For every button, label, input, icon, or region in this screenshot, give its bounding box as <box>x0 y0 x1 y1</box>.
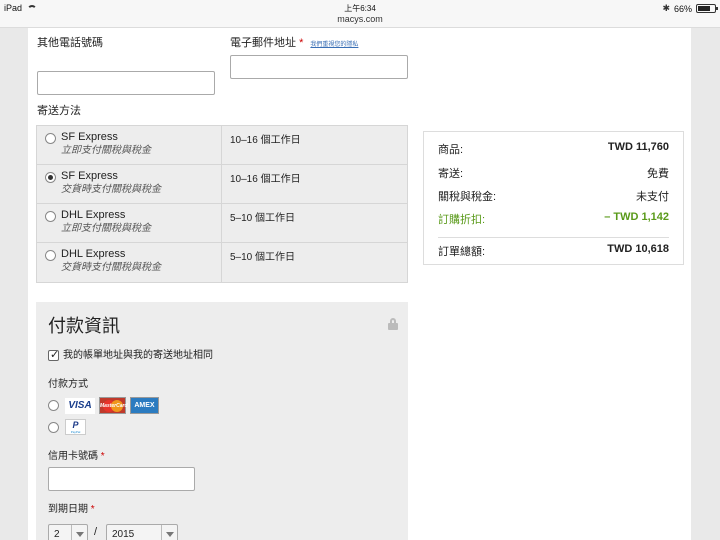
shipping-carrier: SF Express <box>61 170 118 182</box>
email-required-marker: * <box>299 37 304 49</box>
battery-percent: 66% <box>673 3 692 14</box>
shipping-duty-note: 交貨時支付關稅與稅金 <box>61 184 161 195</box>
shipping-time: 10–16 個工作日 <box>230 135 301 146</box>
amex-icon: AMEX <box>130 397 159 414</box>
summary-items-label: 商品: <box>438 144 464 156</box>
shipping-carrier: DHL Express <box>61 209 126 221</box>
order-summary: 商品: TWD 11,760 寄送: 免費 關稅與稅金: 未支付 訂購折扣: –… <box>423 131 684 265</box>
card-payment-option[interactable]: VISA MasterCard AMEX <box>48 397 159 414</box>
shipping-option-left: SF Express 交貨時支付關稅與稅金 <box>37 165 222 203</box>
shipping-option-left: SF Express 立即支付關稅與稅金 <box>37 126 222 164</box>
shipping-radio-1[interactable] <box>45 172 56 183</box>
privacy-link[interactable]: 我們重視您的隱私 <box>310 42 358 48</box>
other-phone-label: 其他電話號碼 <box>37 37 103 49</box>
shipping-duty-note: 交貨時支付關稅與稅金 <box>61 262 161 273</box>
shipping-option-left: DHL Express 交貨時支付關稅與稅金 <box>37 243 222 282</box>
paypal-payment-option[interactable]: P PayPal <box>48 419 86 435</box>
status-right: ✱ 66% <box>662 3 718 14</box>
expiry-year-value: 2015 <box>112 529 135 540</box>
summary-divider <box>438 237 669 238</box>
paypal-logo-letter: P <box>72 419 79 430</box>
summary-total-label: 訂單總額: <box>438 246 486 258</box>
summary-items-row: 商品: TWD 11,760 <box>438 141 669 157</box>
card-radio[interactable] <box>48 400 59 411</box>
mastercard-icon: MasterCard <box>99 397 128 414</box>
shipping-radio-2[interactable] <box>45 211 56 222</box>
expiry-label-row: 到期日期 * <box>48 502 95 517</box>
other-phone-input[interactable] <box>37 71 215 95</box>
shipping-option-left: DHL Express 立即支付關稅與稅金 <box>37 204 222 242</box>
expiry-month-select[interactable]: 2 <box>48 524 88 540</box>
chevron-down-icon <box>161 525 177 540</box>
payment-method-label: 付款方式 <box>48 379 88 390</box>
summary-shipping-label: 寄送: <box>438 168 464 180</box>
summary-total-value: TWD 10,618 <box>607 243 669 255</box>
battery-icon <box>696 4 718 13</box>
address-bar-url[interactable]: macys.com <box>0 14 720 24</box>
shipping-carrier: DHL Express <box>61 248 126 260</box>
status-time: 上午6:34 <box>344 4 376 13</box>
same-address-label: 我的帳單地址與我的寄送地址相同 <box>63 350 213 361</box>
summary-duties-label: 關稅與稅金: <box>438 191 497 203</box>
expiry-required: * <box>90 504 95 515</box>
summary-shipping-row: 寄送: 免費 <box>438 165 669 181</box>
bluetooth-icon: ✱ <box>662 3 670 13</box>
card-number-required: * <box>100 451 105 462</box>
lock-icon <box>388 318 398 330</box>
shipping-method-label: 寄送方法 <box>37 105 81 117</box>
shipping-option[interactable]: SF Express 交貨時支付關稅與稅金 10–16 個工作日 <box>37 165 407 204</box>
shipping-duty-note: 立即支付關稅與稅金 <box>61 145 151 156</box>
shipping-option[interactable]: DHL Express 交貨時支付關稅與稅金 5–10 個工作日 <box>37 243 407 282</box>
summary-items-value: TWD 11,760 <box>607 141 669 153</box>
summary-duties-value: 未支付 <box>636 191 669 203</box>
shipping-carrier: SF Express <box>61 131 118 143</box>
summary-duties-row: 關稅與稅金: 未支付 <box>438 188 669 204</box>
summary-discount-row: 訂購折扣: – TWD 1,142 <box>438 211 669 227</box>
shipping-time: 5–10 個工作日 <box>230 213 296 224</box>
card-number-input[interactable] <box>48 467 195 491</box>
same-address-checkbox[interactable] <box>48 348 59 361</box>
summary-total-row: 訂單總額: TWD 10,618 <box>438 243 669 259</box>
summary-discount-label: 訂購折扣: <box>438 214 486 226</box>
email-label-row: 電子郵件地址 * 我們重視您的隱私 <box>230 36 358 53</box>
shipping-options: SF Express 立即支付關稅與稅金 10–16 個工作日 SF Expre… <box>36 125 408 283</box>
summary-shipping-value: 免費 <box>647 168 669 180</box>
shipping-time: 5–10 個工作日 <box>230 252 296 263</box>
paypal-logo-text: PayPal <box>70 429 81 434</box>
payment-title: 付款資訊 <box>48 316 120 336</box>
email-input[interactable] <box>230 55 408 79</box>
chevron-down-icon <box>71 525 87 540</box>
expiry-year-select[interactable]: 2015 <box>106 524 178 540</box>
expiry-month-value: 2 <box>54 529 60 540</box>
summary-discount-value: – TWD 1,142 <box>604 211 669 223</box>
mastercard-text: MasterCard <box>100 403 128 409</box>
expiry-separator: / <box>94 526 98 538</box>
paypal-radio[interactable] <box>48 421 59 433</box>
paypal-icon: P PayPal <box>65 419 86 435</box>
checkout-page: 其他電話號碼 電子郵件地址 * 我們重視您的隱私 寄送方法 SF Express… <box>28 28 691 540</box>
visa-icon: VISA <box>65 397 95 414</box>
card-number-label-row: 信用卡號碼 * <box>48 449 105 464</box>
shipping-duty-note: 立即支付關稅與稅金 <box>61 223 151 234</box>
shipping-radio-3[interactable] <box>45 250 56 261</box>
shipping-time: 10–16 個工作日 <box>230 174 301 185</box>
shipping-radio-0[interactable] <box>45 133 56 144</box>
shipping-option[interactable]: DHL Express 立即支付關稅與稅金 5–10 個工作日 <box>37 204 407 243</box>
expiry-label: 到期日期 <box>48 504 88 515</box>
shipping-option[interactable]: SF Express 立即支付關稅與稅金 10–16 個工作日 <box>37 126 407 165</box>
card-number-label: 信用卡號碼 <box>48 451 98 462</box>
email-label: 電子郵件地址 <box>230 37 296 49</box>
payment-panel: 付款資訊 我的帳單地址與我的寄送地址相同 付款方式 VISA MasterCar… <box>36 302 408 540</box>
status-bar: iPad 上午6:34 macys.com ✱ 66% <box>0 0 720 28</box>
